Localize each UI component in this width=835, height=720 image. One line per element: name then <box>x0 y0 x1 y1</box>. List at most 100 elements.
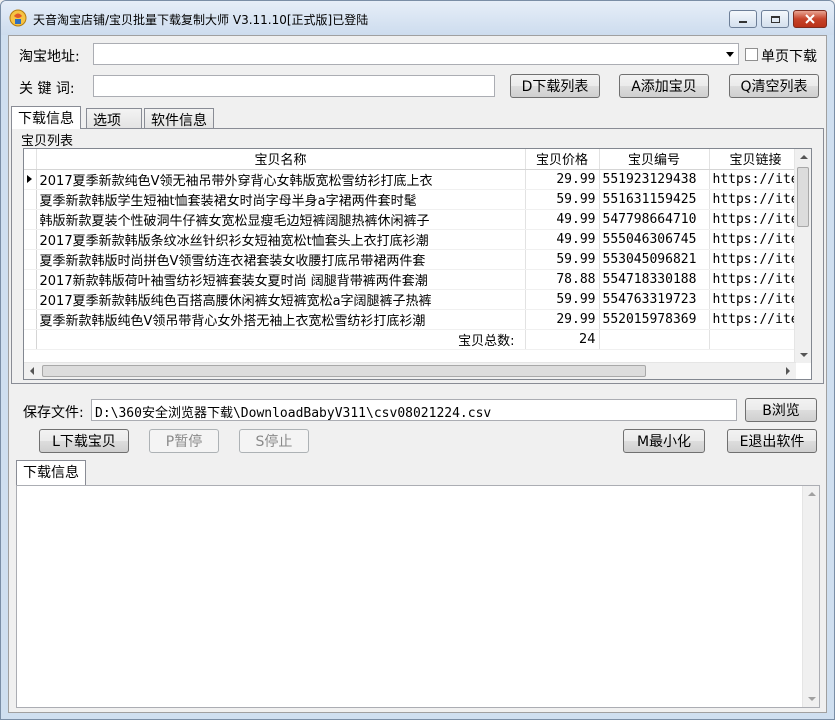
tab-download-info[interactable]: 下载信息 <box>11 106 81 129</box>
table-row[interactable]: 夏季新款韩版学生短袖t恤套装裙女时尚字母半身a字裙两件套时髦 59.99 55163… <box>24 189 803 210</box>
row-header[interactable] <box>24 189 37 210</box>
app-logo-icon <box>9 9 27 27</box>
scroll-right-icon[interactable] <box>786 367 790 375</box>
cell-name[interactable]: 夏季新款韩版时尚拼色V领雪纺连衣裙套装女收腰打底吊带裙两件套 <box>36 249 526 270</box>
column-header-id[interactable]: 宝贝编号 <box>599 149 710 170</box>
cell-price[interactable]: 29.99 <box>525 309 600 330</box>
log-vertical-scrollbar[interactable] <box>802 486 819 707</box>
total-empty-cell <box>599 329 710 350</box>
row-header[interactable] <box>24 249 37 270</box>
table-row[interactable]: 夏季新款韩版纯色V领吊带背心女外搭无袖上衣宽松雪纺衫打底衫潮 29.99 55201… <box>24 309 803 330</box>
cell-id[interactable]: 554718330188 <box>599 269 710 290</box>
download-items-button[interactable]: L下载宝贝 <box>39 429 129 453</box>
tab-log[interactable]: 下载信息 <box>16 460 86 485</box>
cell-price[interactable]: 78.88 <box>525 269 600 290</box>
table-row[interactable]: 2017新款韩版荷叶袖雪纺衫短裤套装女夏时尚 阔腿背带裤两件套潮 78.88 554… <box>24 269 803 290</box>
cell-name[interactable]: 2017夏季新款韩版条纹冰丝针织衫女短袖宽松t恤套头上衣打底衫潮 <box>36 229 526 250</box>
table-row[interactable]: 韩版新款夏装个性破洞牛仔裤女宽松显瘦毛边短裤阔腿热裤休闲裤子 49.99 54779… <box>24 209 803 230</box>
save-path-input[interactable]: D:\360安全浏览器下载\DownloadBabyV311\csv080212… <box>91 399 737 421</box>
tab-options[interactable]: 选项 <box>86 108 142 129</box>
cell-price[interactable]: 49.99 <box>525 229 600 250</box>
cell-link[interactable]: https://ite <box>709 189 803 210</box>
vertical-scroll-thumb[interactable] <box>797 167 809 227</box>
horizontal-scroll-thumb[interactable] <box>42 365 646 377</box>
scroll-up-icon[interactable] <box>808 492 816 496</box>
cell-price[interactable]: 49.99 <box>525 209 600 230</box>
maximize-window-button[interactable] <box>761 10 789 28</box>
cell-price[interactable]: 59.99 <box>525 189 600 210</box>
table-row[interactable]: 夏季新款韩版时尚拼色V领雪纺连衣裙套装女收腰打底吊带裙两件套 59.99 55304… <box>24 249 803 270</box>
keyword-label: 关 键 词: <box>19 81 75 97</box>
chevron-down-icon[interactable] <box>726 52 734 57</box>
column-header-link[interactable]: 宝贝链接 <box>709 149 803 170</box>
scroll-up-icon[interactable] <box>800 155 808 159</box>
cell-link[interactable]: https://ite <box>709 309 803 330</box>
current-row-indicator-icon[interactable] <box>24 169 37 190</box>
cell-name[interactable]: 夏季新款韩版学生短袖t恤套装裙女时尚字母半身a字裙两件套时髦 <box>36 189 526 210</box>
cell-link[interactable]: https://ite <box>709 169 803 190</box>
add-item-button[interactable]: A添加宝贝 <box>619 74 709 98</box>
clear-list-button[interactable]: Q清空列表 <box>729 74 819 98</box>
cell-name[interactable]: 2017新款韩版荷叶袖雪纺衫短裤套装女夏时尚 阔腿背带裤两件套潮 <box>36 269 526 290</box>
row-header[interactable] <box>24 229 37 250</box>
column-header-name[interactable]: 宝贝名称 <box>36 149 526 170</box>
row-header[interactable] <box>24 269 37 290</box>
pause-button[interactable]: P暂停 <box>149 429 219 453</box>
scroll-down-icon[interactable] <box>800 353 808 357</box>
close-window-button[interactable] <box>793 10 827 28</box>
cell-name[interactable]: 2017夏季新款韩版纯色百搭高腰休闲裤女短裤宽松a字阔腿裤子热裤 <box>36 289 526 310</box>
browse-button[interactable]: B浏览 <box>745 398 817 422</box>
tab-software-info[interactable]: 软件信息 <box>144 108 214 129</box>
url-combobox[interactable] <box>93 43 739 65</box>
total-value: 24 <box>525 329 600 350</box>
row-header[interactable] <box>24 309 37 330</box>
column-header-price[interactable]: 宝贝价格 <box>525 149 600 170</box>
cell-link[interactable]: https://ite <box>709 289 803 310</box>
cell-name[interactable]: 2017夏季新款纯色V领无袖吊带外穿背心女韩版宽松雪纺衫打底上衣 <box>36 169 526 190</box>
cell-link[interactable]: https://ite <box>709 229 803 250</box>
window-title: 天音淘宝店铺/宝贝批量下载复制大师 V3.11.10[正式版]已登陆 <box>33 13 369 27</box>
minimize-icon <box>739 21 747 23</box>
app-window: 天音淘宝店铺/宝贝批量下载复制大师 V3.11.10[正式版]已登陆 淘宝地址:… <box>0 0 835 720</box>
scroll-down-icon[interactable] <box>808 697 816 701</box>
exit-button[interactable]: E退出软件 <box>727 429 817 453</box>
title-bar[interactable]: 天音淘宝店铺/宝贝批量下载复制大师 V3.11.10[正式版]已登陆 <box>1 1 834 35</box>
cell-price[interactable]: 59.99 <box>525 289 600 310</box>
cell-name[interactable]: 韩版新款夏装个性破洞牛仔裤女宽松显瘦毛边短裤阔腿热裤休闲裤子 <box>36 209 526 230</box>
minimize-window-button[interactable] <box>729 10 757 28</box>
cell-link[interactable]: https://ite <box>709 209 803 230</box>
maximize-icon <box>770 15 780 23</box>
scroll-left-icon[interactable] <box>30 367 34 375</box>
keyword-input[interactable] <box>93 75 495 97</box>
row-header[interactable] <box>24 209 37 230</box>
cell-id[interactable]: 555046306745 <box>599 229 710 250</box>
cell-link[interactable]: https://ite <box>709 249 803 270</box>
cell-price[interactable]: 59.99 <box>525 249 600 270</box>
log-textarea[interactable] <box>16 485 820 708</box>
url-label: 淘宝地址: <box>19 49 80 65</box>
cell-id[interactable]: 553045096821 <box>599 249 710 270</box>
stop-button[interactable]: S停止 <box>239 429 309 453</box>
vertical-scrollbar[interactable] <box>794 149 811 363</box>
total-empty-cell <box>709 329 803 350</box>
table-row[interactable]: 2017夏季新款韩版条纹冰丝针织衫女短袖宽松t恤套头上衣打底衫潮 49.99 555… <box>24 229 803 250</box>
cell-id[interactable]: 547798664710 <box>599 209 710 230</box>
item-table: 宝贝名称 宝贝价格 宝贝编号 宝贝链接 2017夏季新款纯色V领无袖吊带外穿背心… <box>24 149 803 350</box>
single-page-checkbox[interactable] <box>745 48 758 61</box>
table-row[interactable]: 2017夏季新款韩版纯色百搭高腰休闲裤女短裤宽松a字阔腿裤子热裤 59.99 554… <box>24 289 803 310</box>
table-row[interactable]: 2017夏季新款纯色V领无袖吊带外穿背心女韩版宽松雪纺衫打底上衣 29.99 551… <box>24 169 803 190</box>
item-list-grid[interactable]: 宝贝名称 宝贝价格 宝贝编号 宝贝链接 2017夏季新款纯色V领无袖吊带外穿背心… <box>23 148 812 380</box>
cell-id[interactable]: 552015978369 <box>599 309 710 330</box>
download-list-button[interactable]: D下载列表 <box>510 74 600 98</box>
client-area: 淘宝地址: 单页下载 关 键 词: D下载列表 A添加宝贝 Q清空列表 下载信息… <box>8 35 827 713</box>
cell-id[interactable]: 551631159425 <box>599 189 710 210</box>
cell-id[interactable]: 554763319723 <box>599 289 710 310</box>
minimize-button[interactable]: M最小化 <box>623 429 705 453</box>
cell-price[interactable]: 29.99 <box>525 169 600 190</box>
row-header[interactable] <box>24 289 37 310</box>
cell-name[interactable]: 夏季新款韩版纯色V领吊带背心女外搭无袖上衣宽松雪纺衫打底衫潮 <box>36 309 526 330</box>
cell-id[interactable]: 551923129438 <box>599 169 710 190</box>
cell-link[interactable]: https://ite <box>709 269 803 290</box>
horizontal-scrollbar[interactable] <box>24 362 796 379</box>
total-label: 宝贝总数: <box>36 329 526 350</box>
